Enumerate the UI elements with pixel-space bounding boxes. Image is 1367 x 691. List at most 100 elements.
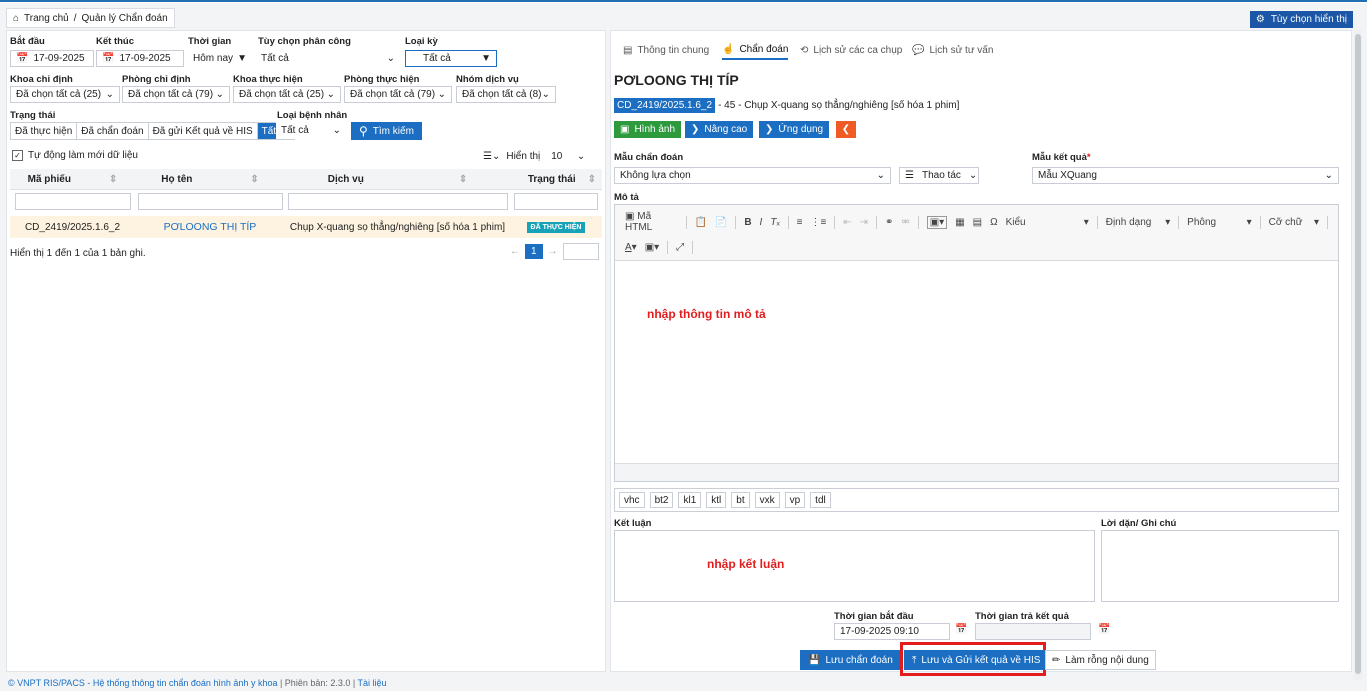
table-row[interactable]: CD_2419/2025.1.6_2 PƠLOONG THỊ TÍP Chụp …: [10, 216, 602, 238]
clear-content-button[interactable]: ✏ Làm rỗng nội dung: [1045, 650, 1156, 670]
tab-diagnosis[interactable]: ☝ Chẩn đoán: [722, 40, 789, 60]
advanced-button[interactable]: ❯ Nâng cao: [685, 121, 754, 138]
status-diagnosed[interactable]: Đã chẩn đoán: [77, 123, 149, 139]
next-page-button[interactable]: →: [548, 246, 558, 257]
abbr-vp[interactable]: vp: [784, 492, 806, 508]
room-exec-value: Đã chọn tất cả (79): [350, 89, 436, 100]
filter-status-input[interactable]: [514, 193, 598, 210]
search-button[interactable]: ⚲ Tìm kiếm: [351, 122, 422, 140]
dept-order-select[interactable]: Đã chọn tất cả (25) ⌄: [10, 86, 120, 103]
conclusion-textarea[interactable]: nhập kết luận: [614, 530, 1095, 602]
assign-select[interactable]: Tất cả ⌄: [256, 50, 400, 67]
top-bar: [0, 0, 1367, 3]
style-dropdown[interactable]: Kiểu: [1006, 217, 1076, 228]
status-sent-his[interactable]: Đã gửi Kết quả về HIS: [148, 123, 258, 139]
save-diagnosis-button[interactable]: 💾 Lưu chẩn đoán: [800, 650, 901, 670]
patient-type-select[interactable]: Tất cả ⌄: [276, 122, 346, 139]
chevron-down-icon: ⌄: [437, 89, 446, 100]
header-status[interactable]: Trạng thái ⇕: [510, 169, 602, 190]
note-textarea[interactable]: [1101, 530, 1339, 602]
header-code[interactable]: Mã phiếu ⇕: [10, 169, 135, 190]
tab-general[interactable]: ▤ Thông tin chung: [623, 40, 709, 60]
start-time-input[interactable]: 17-09-2025 09:10: [834, 623, 950, 640]
text-color-icon[interactable]: A▾: [625, 242, 637, 253]
page-jump-input[interactable]: [562, 243, 599, 260]
column-menu-icon[interactable]: ☰⌄: [483, 151, 500, 162]
special-char-icon[interactable]: Ω: [990, 217, 997, 228]
unlink-icon[interactable]: ⚮: [901, 217, 909, 228]
numbered-list-icon[interactable]: ≡: [797, 217, 803, 228]
html-source-label: Mã HTML: [625, 211, 653, 233]
abbr-vxk[interactable]: vxk: [754, 492, 780, 508]
background-color-icon[interactable]: ▣▾: [645, 242, 659, 253]
font-dropdown[interactable]: Phông: [1187, 217, 1238, 228]
footer-docs-link[interactable]: Tài liệu: [358, 678, 387, 688]
header-service[interactable]: Dịch vụ ⇕: [285, 169, 510, 190]
chevron-down-icon: ▾: [1246, 216, 1252, 228]
calendar-icon[interactable]: 📅: [102, 53, 114, 64]
room-order-select[interactable]: Đã chọn tất cả (79) ⌄: [122, 86, 230, 103]
html-source-button[interactable]: ▣ Mã HTML: [625, 211, 678, 233]
abbr-kl1[interactable]: kl1: [678, 492, 702, 508]
calendar-icon[interactable]: 📅: [955, 624, 967, 635]
calendar-icon[interactable]: 📅: [16, 53, 28, 64]
result-template-select[interactable]: Mẫu XQuang ⌄: [1032, 167, 1339, 184]
breadcrumb-home[interactable]: Trang chủ: [24, 13, 69, 24]
filter-service-input[interactable]: [288, 193, 508, 210]
tab-history-consult[interactable]: 💬 Lịch sử tư vấn: [912, 40, 993, 60]
row-name[interactable]: PƠLOONG THỊ TÍP: [135, 221, 285, 233]
current-page-button[interactable]: 1: [525, 244, 543, 259]
auto-refresh-checkbox[interactable]: ✓: [12, 150, 23, 161]
link-icon[interactable]: ⚭: [885, 217, 893, 228]
chevron-down-icon: ▾: [1165, 216, 1171, 228]
save-send-his-button[interactable]: ⤒ Lưu và Gửi kết quả về HIS: [904, 650, 1049, 670]
abbr-bt[interactable]: bt: [731, 492, 750, 508]
outdent-icon[interactable]: ⇤: [843, 217, 851, 228]
header-name[interactable]: Họ tên ⇕: [135, 169, 285, 190]
end-date-input[interactable]: 📅 17-09-2025: [96, 50, 184, 67]
bulleted-list-icon[interactable]: ⋮≡: [811, 217, 827, 228]
format-dropdown[interactable]: Định dạng: [1106, 217, 1157, 228]
italic-icon[interactable]: I: [760, 217, 763, 228]
tab-history-scans[interactable]: ⟲ Lịch sử các ca chụp: [800, 40, 902, 60]
dept-exec-select[interactable]: Đã chọn tất cả (25) ⌄: [233, 86, 341, 103]
action-dropdown[interactable]: ☰ Thao tác ⌄: [899, 167, 979, 184]
abbr-bt2[interactable]: bt2: [649, 492, 674, 508]
page-size-select[interactable]: 10 ⌄: [546, 148, 591, 165]
size-dropdown[interactable]: Cỡ chữ: [1269, 217, 1306, 228]
scrollbar-thumb[interactable]: [1355, 34, 1361, 674]
indent-icon[interactable]: ⇥: [860, 217, 868, 228]
paste-text-icon[interactable]: 📄: [715, 217, 727, 228]
home-icon[interactable]: ⌂: [13, 13, 19, 24]
filter-name-input[interactable]: [138, 193, 283, 210]
status-badge: ĐÃ THỰC HIỆN: [526, 221, 586, 233]
display-options-button[interactable]: ⚙ Tùy chọn hiển thị: [1249, 11, 1353, 28]
horizontal-line-icon[interactable]: ▤: [973, 217, 982, 228]
room-exec-select[interactable]: Đã chọn tất cả (79) ⌄: [344, 86, 452, 103]
share-button[interactable]: ❮: [836, 121, 856, 138]
table-icon[interactable]: ▦: [955, 217, 964, 228]
maximize-icon[interactable]: ⤢: [676, 242, 684, 253]
period-select[interactable]: Tất cả ▼: [405, 50, 497, 67]
return-time-input[interactable]: [975, 623, 1091, 640]
calendar-icon[interactable]: 📅: [1098, 624, 1110, 635]
clear-format-icon[interactable]: Tₓ: [770, 217, 779, 228]
app-button[interactable]: ❯ Ứng dụng: [759, 121, 830, 138]
paste-icon[interactable]: 📋: [694, 217, 706, 228]
abbr-ktl[interactable]: ktl: [706, 492, 727, 508]
group-select[interactable]: Đã chọn tất cả (8) ⌄: [456, 86, 556, 103]
status-done[interactable]: Đã thực hiện: [11, 123, 78, 139]
breadcrumb-separator: /: [73, 12, 77, 24]
image-button[interactable]: ▣ Hình ảnh: [614, 121, 682, 138]
scrollbar[interactable]: [1354, 30, 1362, 680]
bold-icon[interactable]: B: [744, 217, 751, 228]
abbr-vhc[interactable]: vhc: [619, 492, 645, 508]
start-date-input[interactable]: 📅 17-09-2025: [10, 50, 94, 67]
footer-product-link[interactable]: © VNPT RIS/PACS - Hệ thống thông tin chẩ…: [8, 678, 277, 688]
diag-template-select[interactable]: Không lựa chọn ⌄: [614, 167, 891, 184]
prev-page-button[interactable]: ←: [510, 246, 520, 257]
time-select[interactable]: Hôm nay ▼: [188, 50, 252, 67]
image-insert-icon[interactable]: ▣▾: [926, 215, 948, 229]
abbr-tdl[interactable]: tdl: [810, 492, 831, 508]
filter-code-input[interactable]: [15, 193, 131, 210]
